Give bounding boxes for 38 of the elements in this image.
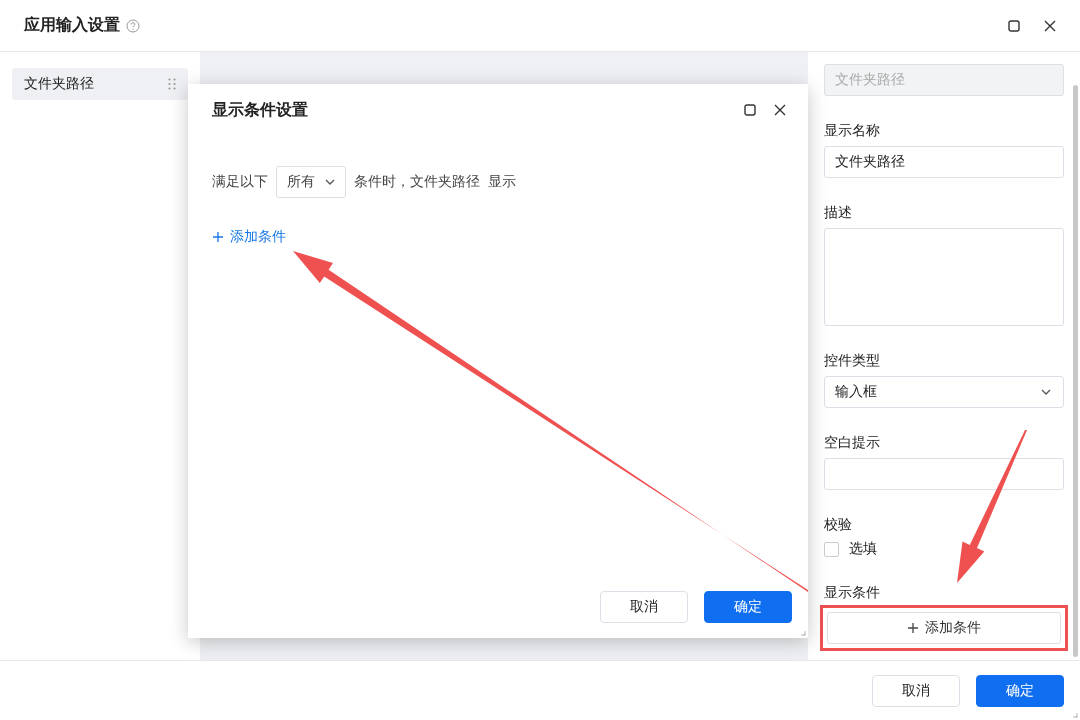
cancel-button[interactable]: 取消: [600, 591, 688, 623]
dropdown[interactable]: 输入框: [824, 376, 1064, 408]
field-label: 显示条件: [824, 583, 881, 602]
close-icon[interactable]: [774, 104, 786, 116]
dialog-title: 显示条件设置: [212, 99, 308, 120]
resize-grip-icon[interactable]: [1072, 712, 1078, 718]
cancel-button[interactable]: 取消: [872, 674, 960, 707]
match-dropdown[interactable]: 所有: [276, 166, 346, 198]
scrollbar[interactable]: [1073, 85, 1078, 657]
input-field[interactable]: [824, 458, 1064, 490]
checkbox[interactable]: [824, 541, 839, 557]
confirm-button[interactable]: 确定: [704, 591, 792, 623]
maximize-icon[interactable]: [1008, 19, 1020, 32]
checkbox-label: 选填: [849, 540, 877, 558]
field-label: 显示名称: [824, 121, 881, 140]
maximize-icon[interactable]: [744, 104, 756, 116]
condition-text: 满足以下: [212, 173, 268, 191]
window-title: 应用输入设置: [24, 15, 120, 35]
input-field[interactable]: 文件夹路径: [824, 146, 1064, 178]
add-condition-link[interactable]: 添加条件: [212, 228, 286, 246]
chevron-down-icon: [1041, 389, 1051, 395]
chevron-down-icon: [325, 179, 335, 185]
plus-icon: [907, 622, 919, 634]
condition-text: 条件时，文件夹路径: [354, 173, 480, 191]
confirm-button[interactable]: 确定: [976, 674, 1064, 707]
field-label: 描述: [824, 203, 853, 222]
condition-action: 显示: [488, 173, 516, 191]
drag-handle-icon[interactable]: [168, 78, 176, 90]
text-area[interactable]: [824, 228, 1064, 326]
plus-icon: [212, 231, 224, 243]
close-icon[interactable]: [1044, 19, 1056, 32]
field-label: 空白提示: [824, 433, 881, 452]
field-label: 校验: [824, 515, 853, 534]
sidebar-item[interactable]: 文件夹路径: [12, 68, 188, 100]
resize-grip-icon[interactable]: [800, 630, 806, 636]
help-icon[interactable]: [126, 18, 140, 33]
add-condition-button[interactable]: 添加条件: [827, 612, 1061, 644]
field-label: 控件类型: [824, 351, 881, 370]
